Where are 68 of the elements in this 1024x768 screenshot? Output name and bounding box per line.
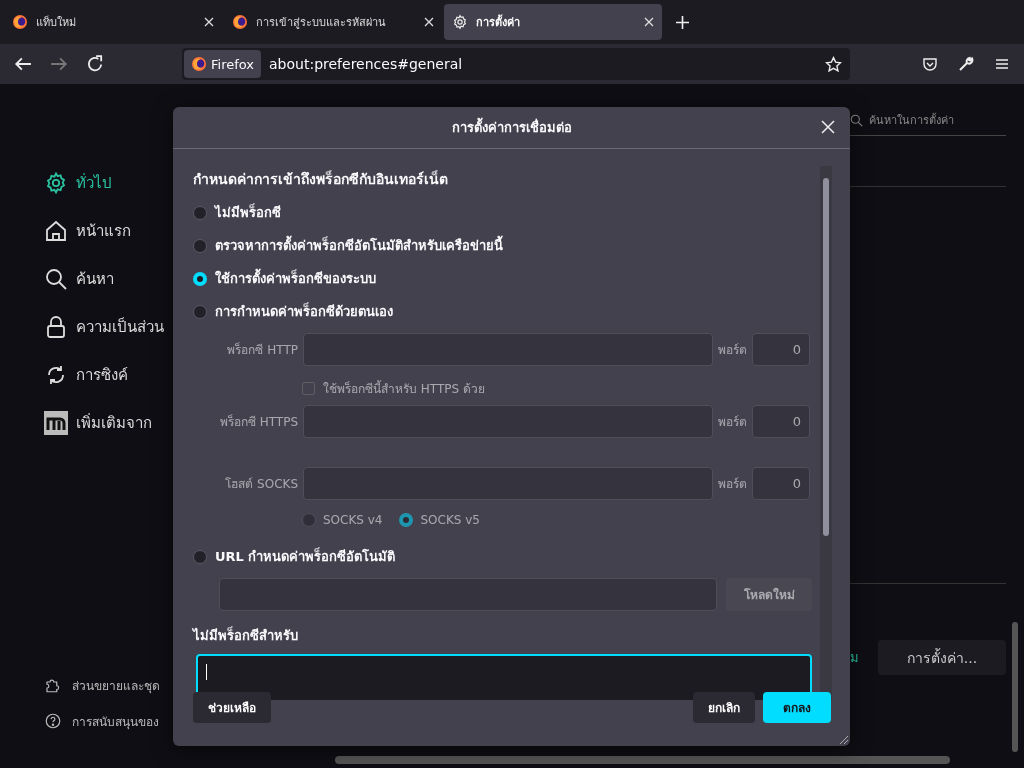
help-icon: [44, 712, 62, 730]
pocket-icon[interactable]: [922, 56, 938, 72]
category-item[interactable]: หน้าแรก: [44, 214, 175, 248]
radio-button[interactable]: [193, 549, 207, 564]
field-label: พร็อกซี HTTP: [226, 341, 298, 359]
scrollbar-thumb[interactable]: [823, 178, 829, 536]
browser-tab[interactable]: การเข้าสู่ระบบและรหัสผ่าน: [224, 4, 442, 40]
category-item[interactable]: ความเป็นส่วน: [44, 310, 175, 344]
back-arrow-icon[interactable]: [14, 55, 32, 73]
browser-tab[interactable]: การตั้งค่า: [444, 4, 662, 40]
field-label: พอร์ต: [718, 341, 747, 359]
field-label: โฮสต์ SOCKS: [224, 475, 298, 493]
help-button[interactable]: ช่วยเหลือ: [193, 692, 271, 723]
radio-label: ไม่มีพร็อกซี: [215, 202, 281, 222]
lock-icon: [44, 315, 68, 339]
identity-badge[interactable]: Firefox: [184, 50, 262, 78]
forward-arrow-icon[interactable]: [50, 55, 68, 73]
radio-label: SOCKS v5: [420, 513, 480, 527]
radio-label: การกำหนดค่าพร็อกซีด้วยตนเอง: [215, 301, 393, 321]
dialog-title: การตั้งค่าการเชื่อมต่อ: [451, 117, 572, 138]
search-icon: [44, 267, 68, 291]
gear-icon: [452, 14, 468, 30]
cancel-button[interactable]: ยกเลิก: [693, 692, 755, 723]
resize-grip-icon[interactable]: [839, 735, 849, 745]
radio-label: URL กำหนดค่าพร็อกซีอัตโนมัติ: [215, 546, 396, 566]
section-heading: กำหนดค่าการเข้าถึงพร็อกซีกับอินเทอร์เน็ต: [193, 169, 449, 189]
home-icon: [44, 219, 68, 243]
category-item[interactable]: การซิงค์: [44, 358, 175, 392]
text-area[interactable]: [196, 654, 812, 700]
close-icon[interactable]: [424, 17, 434, 27]
browser-logo-icon: [191, 56, 207, 72]
star-icon[interactable]: [825, 55, 842, 73]
link-text[interactable]: ม: [850, 647, 859, 668]
close-icon[interactable]: [204, 17, 214, 27]
wrench-icon[interactable]: [958, 56, 974, 72]
category-item[interactable]: เพิ่มเติมจาก: [44, 406, 175, 440]
address-bar[interactable]: Firefox about:preferences#general: [182, 48, 850, 80]
checkbox-label: ใช้พร็อกซีนี้สำหรับ HTTPS ด้วย: [323, 379, 485, 398]
close-icon[interactable]: [821, 120, 835, 134]
scrollbar-thumb[interactable]: [335, 756, 950, 764]
close-icon[interactable]: [644, 17, 654, 27]
field-label: พร็อกซี HTTPS: [218, 413, 298, 431]
browser-logo-icon: [12, 14, 28, 30]
category-item[interactable]: ค้นหา: [44, 262, 175, 296]
field-label: ไม่มีพร็อกซีสำหรับ: [193, 625, 299, 645]
radio-label: ใช้การตั้งค่าพร็อกซีของระบบ: [215, 268, 376, 289]
reload-icon[interactable]: [86, 55, 104, 73]
menu-icon[interactable]: [994, 56, 1010, 72]
browser-logo-icon: [232, 14, 248, 30]
gear-icon: [44, 171, 68, 195]
category-item[interactable]: ทั่วไป: [44, 166, 175, 200]
sidebar-link[interactable]: ส่วนขยายและชุด: [44, 674, 175, 696]
ok-button[interactable]: ตกลง: [763, 692, 831, 723]
field-label: พอร์ต: [718, 413, 747, 431]
radio-button[interactable]: [193, 304, 207, 319]
search-icon: [850, 113, 863, 127]
block-m-icon: [44, 411, 68, 435]
radio-label: SOCKS v4: [323, 513, 383, 527]
browser-tab[interactable]: แท็บใหม่: [4, 4, 222, 40]
radio-label: ตรวจหาการตั้งค่าพร็อกซีอัตโนมัติสำหรับเครือข่ายนี้: [215, 235, 503, 256]
settings-button[interactable]: การตั้งค่า...: [878, 640, 1006, 675]
scrollbar-thumb[interactable]: [1012, 622, 1018, 752]
url-text: about:preferences#general: [269, 56, 464, 72]
radio-button[interactable]: [193, 238, 207, 253]
plus-icon[interactable]: [676, 15, 689, 29]
sidebar-link[interactable]: การสนับสนุนของ: [44, 710, 175, 732]
radio-button[interactable]: [193, 205, 207, 220]
field-label: พอร์ต: [718, 475, 747, 493]
